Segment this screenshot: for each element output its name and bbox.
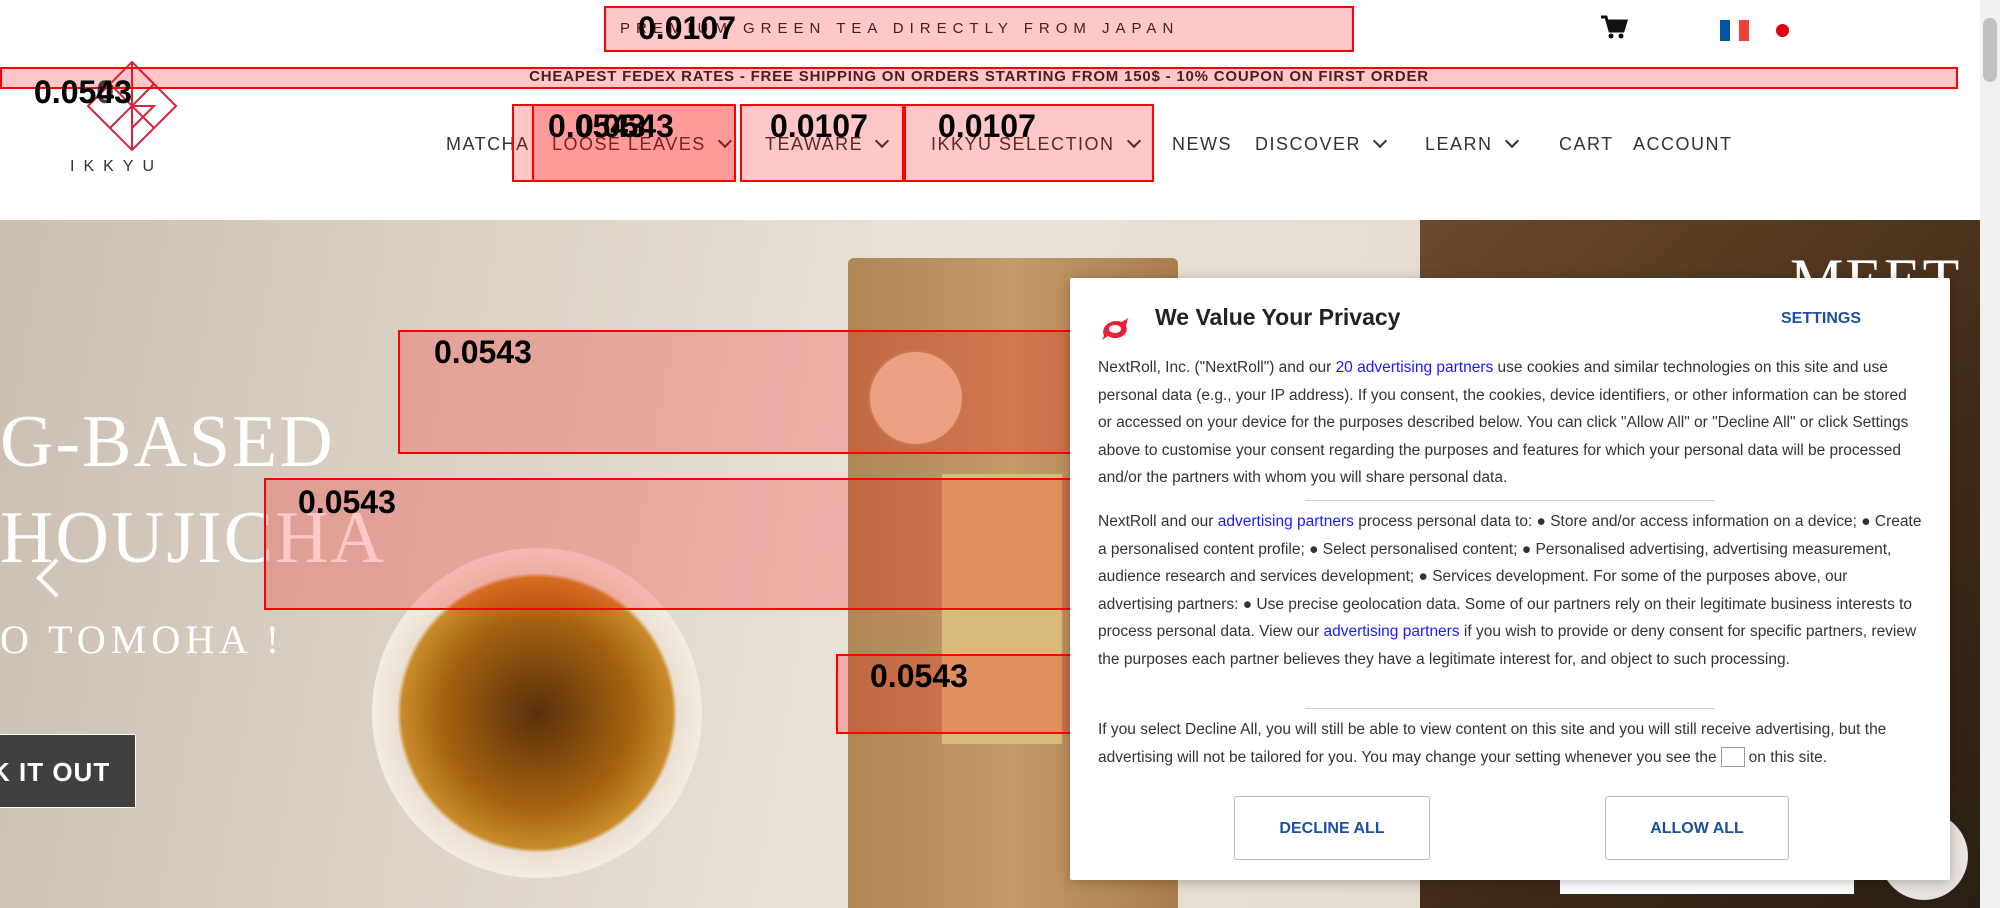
overlay-label: 0.0543	[576, 108, 674, 144]
overlay-label: 0.0503	[34, 74, 132, 110]
hero-heading-line1: G-BASED	[0, 401, 335, 483]
consent-paragraph-3: If you select Decline All, you will stil…	[1098, 721, 1887, 768]
overlay-label: 0.0107	[638, 10, 736, 46]
france-flag-icon[interactable]	[1720, 20, 1750, 41]
chevron-down-icon	[1372, 133, 1388, 149]
divider	[1305, 500, 1715, 501]
nextroll-logo-icon	[1720, 747, 1745, 768]
chevron-down-icon	[1504, 133, 1519, 149]
nav-discover[interactable]: DISCOVER	[1255, 133, 1388, 155]
nextroll-logo-icon	[1102, 318, 1128, 340]
overlay-label: 0.0543	[434, 334, 532, 370]
modal-title: We Value Your Privacy	[1155, 304, 1401, 330]
decline-all-button[interactable]: DECLINE ALL	[1234, 796, 1430, 860]
nav-news[interactable]: NEWS	[1172, 134, 1232, 155]
overlay-label: 0.0543	[298, 484, 396, 520]
brand-name: IKKYU	[70, 158, 164, 175]
hero-cta-button[interactable]: K IT OUT	[0, 734, 136, 808]
overlay-box	[0, 67, 1958, 89]
overlay-label: 0.0107	[938, 108, 1036, 144]
advertising-partners-link[interactable]: 20 advertising partners	[1336, 359, 1494, 376]
nav-account[interactable]: ACCOUNT	[1633, 134, 1733, 155]
consent-paragraph-1: NextRoll, Inc. ("NextRoll") and our 20 a…	[1098, 359, 1909, 486]
overlay-label: 0.0543	[870, 658, 968, 694]
nav-learn[interactable]: LEARN	[1425, 133, 1519, 155]
advertising-partners-link[interactable]: advertising partners	[1218, 513, 1354, 530]
scrollbar-thumb[interactable]	[1983, 18, 1997, 82]
allow-all-button[interactable]: ALLOW ALL	[1605, 796, 1789, 860]
consent-paragraph-2: NextRoll and our advertising partners pr…	[1098, 513, 1922, 668]
divider	[1305, 708, 1715, 709]
japan-flag-icon[interactable]	[1768, 20, 1797, 41]
cart-icon[interactable]	[1600, 14, 1628, 40]
overlay-label: 0.0107	[770, 108, 868, 144]
hero-subheading: O TOMOHA !	[0, 617, 285, 662]
nav-cart[interactable]: CART	[1559, 134, 1614, 155]
advertising-partners-link[interactable]: advertising partners	[1323, 623, 1459, 640]
scrollbar[interactable]	[1980, 0, 2000, 908]
settings-button[interactable]: SETTINGS	[1781, 310, 1861, 328]
